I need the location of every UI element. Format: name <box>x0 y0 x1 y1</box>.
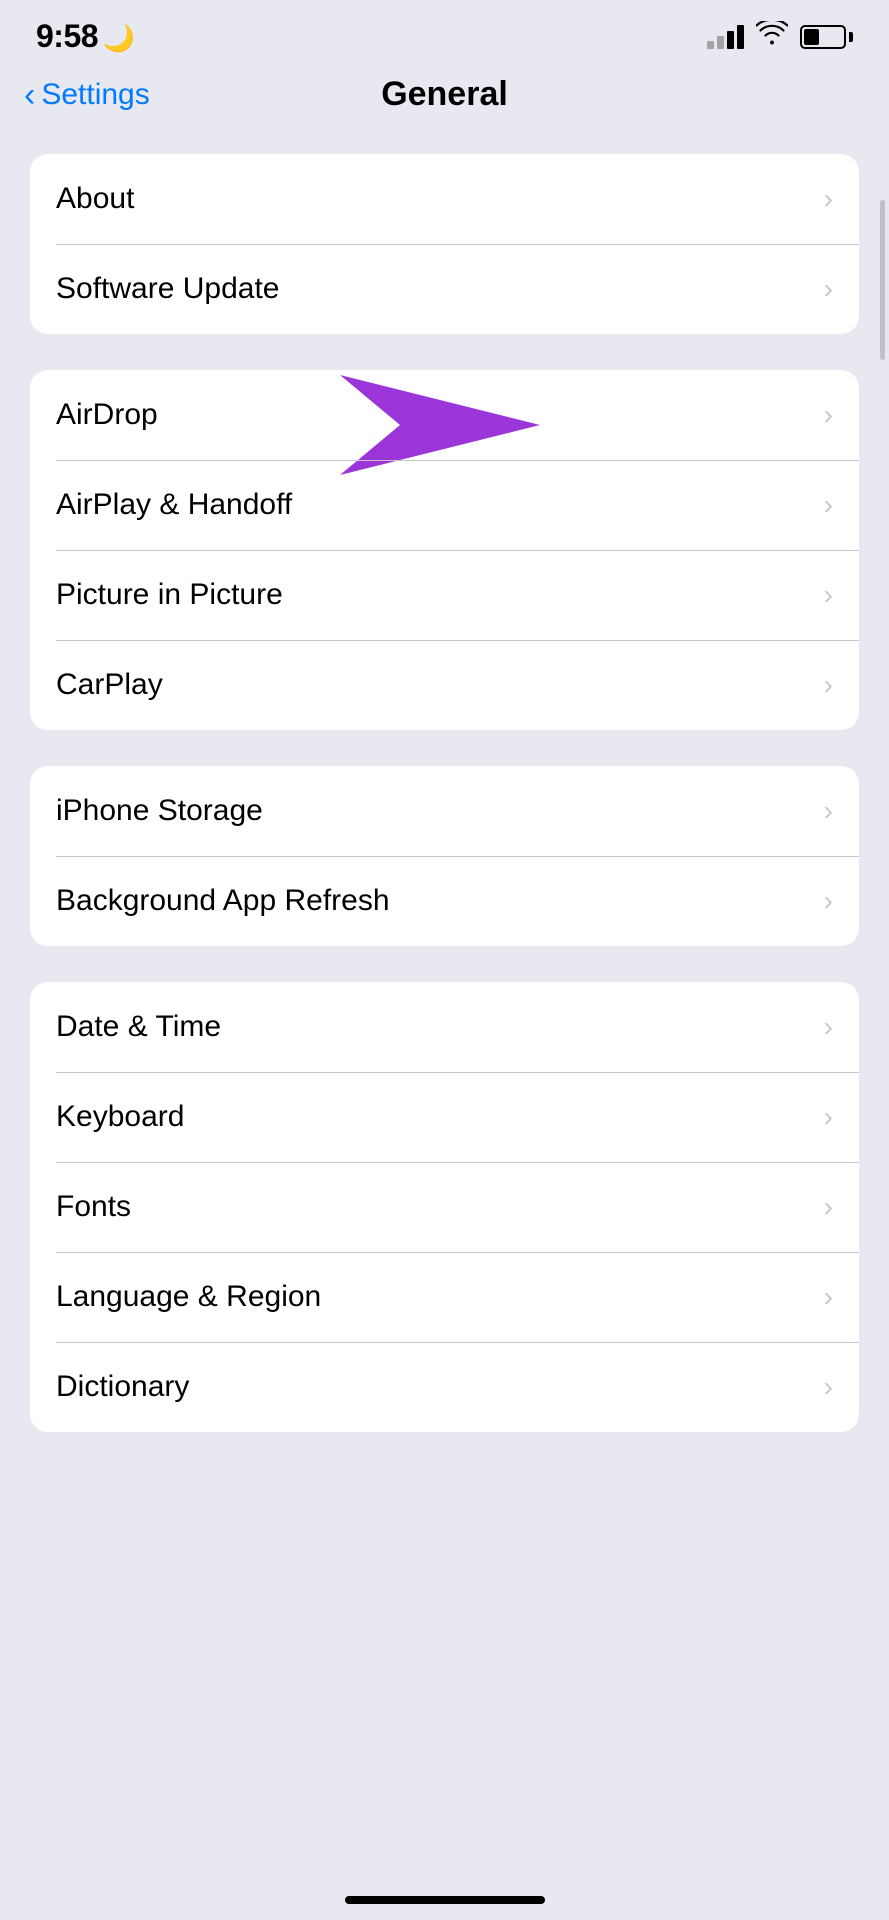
chevron-right-icon: › <box>824 1281 833 1313</box>
section-4: Date & Time › Keyboard › Fonts › Languag… <box>30 982 859 1432</box>
chevron-right-icon: › <box>824 795 833 827</box>
chevron-right-icon: › <box>824 399 833 431</box>
dictionary-label: Dictionary <box>56 1370 189 1404</box>
chevron-right-icon: › <box>824 1101 833 1133</box>
chevron-right-icon: › <box>824 183 833 215</box>
home-indicator <box>345 1896 545 1904</box>
language-region-label: Language & Region <box>56 1280 321 1314</box>
chevron-right-icon: › <box>824 885 833 917</box>
settings-item-about[interactable]: About › <box>30 154 859 244</box>
settings-item-background-app-refresh[interactable]: Background App Refresh › <box>30 856 859 946</box>
iphone-storage-label: iPhone Storage <box>56 794 263 828</box>
fonts-label: Fonts <box>56 1190 131 1224</box>
status-icons <box>707 21 853 52</box>
carplay-label: CarPlay <box>56 668 163 702</box>
content-area: About › Software Update › AirDrop › AirP… <box>0 134 889 1452</box>
battery-icon <box>800 25 853 49</box>
settings-item-keyboard[interactable]: Keyboard › <box>30 1072 859 1162</box>
settings-item-airdrop[interactable]: AirDrop › <box>30 370 859 460</box>
chevron-right-icon: › <box>824 1191 833 1223</box>
wifi-icon <box>756 21 788 52</box>
background-app-refresh-label: Background App Refresh <box>56 884 390 918</box>
status-time-area: 9:58 🌙 <box>36 18 135 55</box>
about-label: About <box>56 182 134 216</box>
chevron-right-icon: › <box>824 489 833 521</box>
software-update-label: Software Update <box>56 272 279 306</box>
settings-item-carplay[interactable]: CarPlay › <box>30 640 859 730</box>
settings-item-picture-in-picture[interactable]: Picture in Picture › <box>30 550 859 640</box>
section-3: iPhone Storage › Background App Refresh … <box>30 766 859 946</box>
chevron-right-icon: › <box>824 669 833 701</box>
section-2: AirDrop › AirPlay & Handoff › Picture in… <box>30 370 859 730</box>
status-time: 9:58 <box>36 18 98 54</box>
scrollbar[interactable] <box>880 200 885 360</box>
signal-icon <box>707 25 744 49</box>
settings-item-language-region[interactable]: Language & Region › <box>30 1252 859 1342</box>
settings-item-iphone-storage[interactable]: iPhone Storage › <box>30 766 859 856</box>
chevron-right-icon: › <box>824 579 833 611</box>
picture-in-picture-label: Picture in Picture <box>56 578 283 612</box>
date-time-label: Date & Time <box>56 1010 221 1044</box>
page-title: General <box>381 75 508 114</box>
chevron-right-icon: › <box>824 1011 833 1043</box>
back-label: Settings <box>41 78 149 112</box>
chevron-right-icon: › <box>824 273 833 305</box>
settings-item-software-update[interactable]: Software Update › <box>30 244 859 334</box>
settings-item-date-time[interactable]: Date & Time › <box>30 982 859 1072</box>
keyboard-label: Keyboard <box>56 1100 184 1134</box>
settings-item-fonts[interactable]: Fonts › <box>30 1162 859 1252</box>
moon-icon: 🌙 <box>103 23 135 53</box>
airplay-handoff-label: AirPlay & Handoff <box>56 488 292 522</box>
status-bar: 9:58 🌙 <box>0 0 889 65</box>
settings-item-dictionary[interactable]: Dictionary › <box>30 1342 859 1432</box>
section-1: About › Software Update › <box>30 154 859 334</box>
settings-item-airplay-handoff[interactable]: AirPlay & Handoff › <box>30 460 859 550</box>
back-chevron-icon: ‹ <box>24 78 35 112</box>
airdrop-label: AirDrop <box>56 398 158 432</box>
nav-header: ‹ Settings General <box>0 65 889 134</box>
back-button[interactable]: ‹ Settings <box>24 78 150 112</box>
chevron-right-icon: › <box>824 1371 833 1403</box>
